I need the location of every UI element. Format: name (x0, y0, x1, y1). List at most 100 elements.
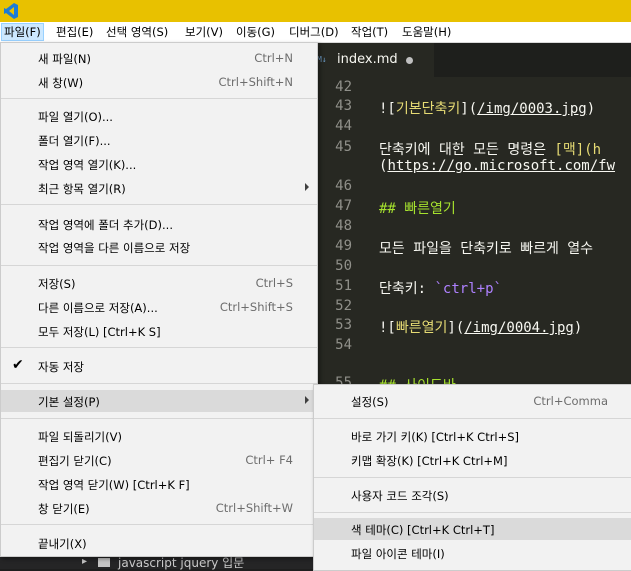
line-number: 43 (335, 98, 352, 114)
line-number: 46 (335, 178, 352, 194)
line-number: 52 (335, 298, 352, 314)
menu-help[interactable]: 도움말(H) (402, 24, 451, 40)
menu-item-shortcut: Ctrl+ F4 (245, 453, 293, 467)
code-text: 단축키에 대한 모든 명령은 [맥](h (379, 142, 602, 158)
code-text: ![기본단축키](/img/0003.jpg) (379, 101, 596, 117)
line-number: 44 (335, 118, 352, 134)
menu-item-label: 파일 아이콘 테마(I) (351, 547, 445, 561)
menu-item-close-editor[interactable]: 편집기 닫기(C) Ctrl+ F4 (1, 449, 317, 471)
menu-go[interactable]: 이동(G) (236, 24, 275, 40)
menu-item-label: 새 창(W) (38, 76, 84, 90)
menu-item-label: 색 테마(C) [Ctrl+K Ctrl+T] (351, 523, 495, 537)
code-text: 단축키: `ctrl+p` (379, 281, 502, 297)
menu-item-label: 다른 이름으로 저장(A)... (38, 301, 158, 315)
menu-item-label: 작업 영역에 폴더 추가(D)... (38, 218, 173, 232)
menu-item-open-workspace[interactable]: 작업 영역 열기(K)... (1, 153, 317, 175)
tab-label: index.md (337, 52, 398, 67)
explorer-peek: ▸ javascript jquery 입문 (0, 555, 316, 570)
menu-separator (1, 98, 317, 99)
menu-item-open-file[interactable]: 파일 열기(O)... (1, 105, 317, 127)
menu-item-save-workspace-as[interactable]: 작업 영역을 다른 이름으로 저장 (1, 236, 317, 258)
menu-item-keymaps[interactable]: 키맵 확장(K) [Ctrl+K Ctrl+M] (314, 449, 631, 471)
menu-item-close-workspace[interactable]: 작업 영역 닫기(W) [Ctrl+K F] (1, 473, 317, 495)
menu-item-keyboard-shortcuts[interactable]: 바로 가기 키(K) [Ctrl+K Ctrl+S] (314, 425, 631, 447)
submenu-arrow-icon (305, 183, 309, 191)
menu-separator (314, 418, 631, 419)
menu-item-label: 새 파일(N) (38, 52, 91, 66)
menu-item-shortcut: Ctrl+S (255, 276, 293, 290)
menu-item-file-icon-theme[interactable]: 파일 아이콘 테마(I) (314, 542, 631, 564)
line-number: 50 (335, 258, 352, 274)
line-number: 51 (335, 278, 352, 294)
menu-item-new-file[interactable]: 새 파일(N) Ctrl+N (1, 47, 317, 69)
menu-item-new-window[interactable]: 새 창(W) Ctrl+Shift+N (1, 71, 317, 93)
line-number: 42 (335, 79, 352, 95)
menu-item-label: 모두 저장(L) [Ctrl+K S] (38, 325, 161, 339)
menu-item-auto-save[interactable]: ✔ 자동 저장 (1, 355, 317, 377)
tab-index-md[interactable]: M↓ index.md (316, 43, 434, 77)
menu-separator (314, 477, 631, 478)
chevron-right-icon[interactable]: ▸ (82, 556, 87, 567)
menu-item-close-window[interactable]: 창 닫기(E) Ctrl+Shift+W (1, 497, 317, 519)
menu-separator (1, 418, 317, 419)
file-menu: 새 파일(N) Ctrl+N 새 창(W) Ctrl+Shift+N 파일 열기… (0, 42, 318, 557)
menu-item-save[interactable]: 저장(S) Ctrl+S (1, 272, 317, 294)
menu-view[interactable]: 보기(V) (185, 24, 223, 40)
unsaved-dot-icon[interactable] (406, 57, 413, 64)
menu-item-open-folder[interactable]: 폴더 열기(F)... (1, 129, 317, 151)
menu-item-shortcut: Ctrl+Shift+S (219, 300, 293, 314)
menu-separator (1, 524, 317, 525)
code-text: ## 빠른열기 (379, 201, 456, 217)
menu-item-label: 작업 영역 닫기(W) [Ctrl+K F] (38, 478, 190, 492)
menu-item-label: 설정(S) (351, 395, 389, 409)
preferences-submenu: 설정(S) Ctrl+Comma 바로 가기 키(K) [Ctrl+K Ctrl… (313, 384, 631, 571)
menu-item-label: 끝내기(X) (38, 537, 87, 551)
menu-item-label: 편집기 닫기(C) (38, 454, 112, 468)
menu-item-preferences[interactable]: 기본 설정(P) (1, 390, 317, 412)
menu-item-exit[interactable]: 끝내기(X) (1, 532, 317, 554)
menu-item-label: 파일 되돌리기(V) (38, 430, 122, 444)
menu-item-revert-file[interactable]: 파일 되돌리기(V) (1, 425, 317, 447)
line-number: 48 (335, 218, 352, 234)
menu-item-color-theme[interactable]: 색 테마(C) [Ctrl+K Ctrl+T] (314, 518, 631, 540)
menu-item-shortcut: Ctrl+Shift+N (218, 75, 293, 89)
menu-separator (1, 265, 317, 266)
menu-separator (1, 204, 317, 205)
menu-item-save-as[interactable]: 다른 이름으로 저장(A)... Ctrl+Shift+S (1, 296, 317, 318)
menu-item-shortcut: Ctrl+Comma (533, 394, 608, 408)
menu-selection[interactable]: 선택 영역(S) (106, 24, 168, 40)
line-number: 45 (335, 139, 352, 155)
menu-item-label: 자동 저장 (38, 360, 84, 374)
menu-item-shortcut: Ctrl+N (254, 51, 293, 65)
line-number: 54 (335, 337, 352, 353)
menu-item-shortcut: Ctrl+Shift+W (215, 501, 293, 515)
menu-item-user-snippets[interactable]: 사용자 코드 조각(S) (314, 484, 631, 506)
line-number: 47 (335, 198, 352, 214)
menu-item-label: 저장(S) (38, 277, 76, 291)
code-text: 모든 파일을 단축키로 빠르게 열수 (379, 241, 594, 257)
submenu-arrow-icon (305, 396, 309, 404)
menu-edit[interactable]: 편집(E) (56, 24, 93, 40)
menu-item-label: 사용자 코드 조각(S) (351, 489, 449, 503)
menu-item-label: 최근 항목 열기(R) (38, 182, 126, 196)
menu-item-open-recent[interactable]: 최근 항목 열기(R) (1, 177, 317, 199)
checkmark-icon: ✔ (12, 357, 24, 373)
menu-file[interactable]: 파일(F) (1, 23, 44, 41)
menu-item-label: 키맵 확장(K) [Ctrl+K Ctrl+M] (351, 454, 508, 468)
menu-tasks[interactable]: 작업(T) (351, 24, 388, 40)
menu-item-add-folder-to-workspace[interactable]: 작업 영역에 폴더 추가(D)... (1, 213, 317, 235)
code-text: (https://go.microsoft.com/fw (379, 158, 616, 174)
menu-item-label: 창 닫기(E) (38, 502, 90, 516)
menu-separator (1, 347, 317, 348)
line-number: 49 (335, 238, 352, 254)
folder-icon (98, 558, 110, 567)
line-number: 53 (335, 317, 352, 333)
menu-item-label: 파일 열기(O)... (38, 110, 113, 124)
menu-item-label: 기본 설정(P) (38, 395, 100, 409)
menu-item-save-all[interactable]: 모두 저장(L) [Ctrl+K S] (1, 320, 317, 342)
markdown-icon: M↓ (317, 55, 327, 64)
menu-item-label: 작업 영역 열기(K)... (38, 158, 137, 172)
menu-debug[interactable]: 디버그(D) (289, 24, 339, 40)
menu-item-settings[interactable]: 설정(S) Ctrl+Comma (314, 390, 631, 412)
menu-item-label: 폴더 열기(F)... (38, 134, 111, 148)
